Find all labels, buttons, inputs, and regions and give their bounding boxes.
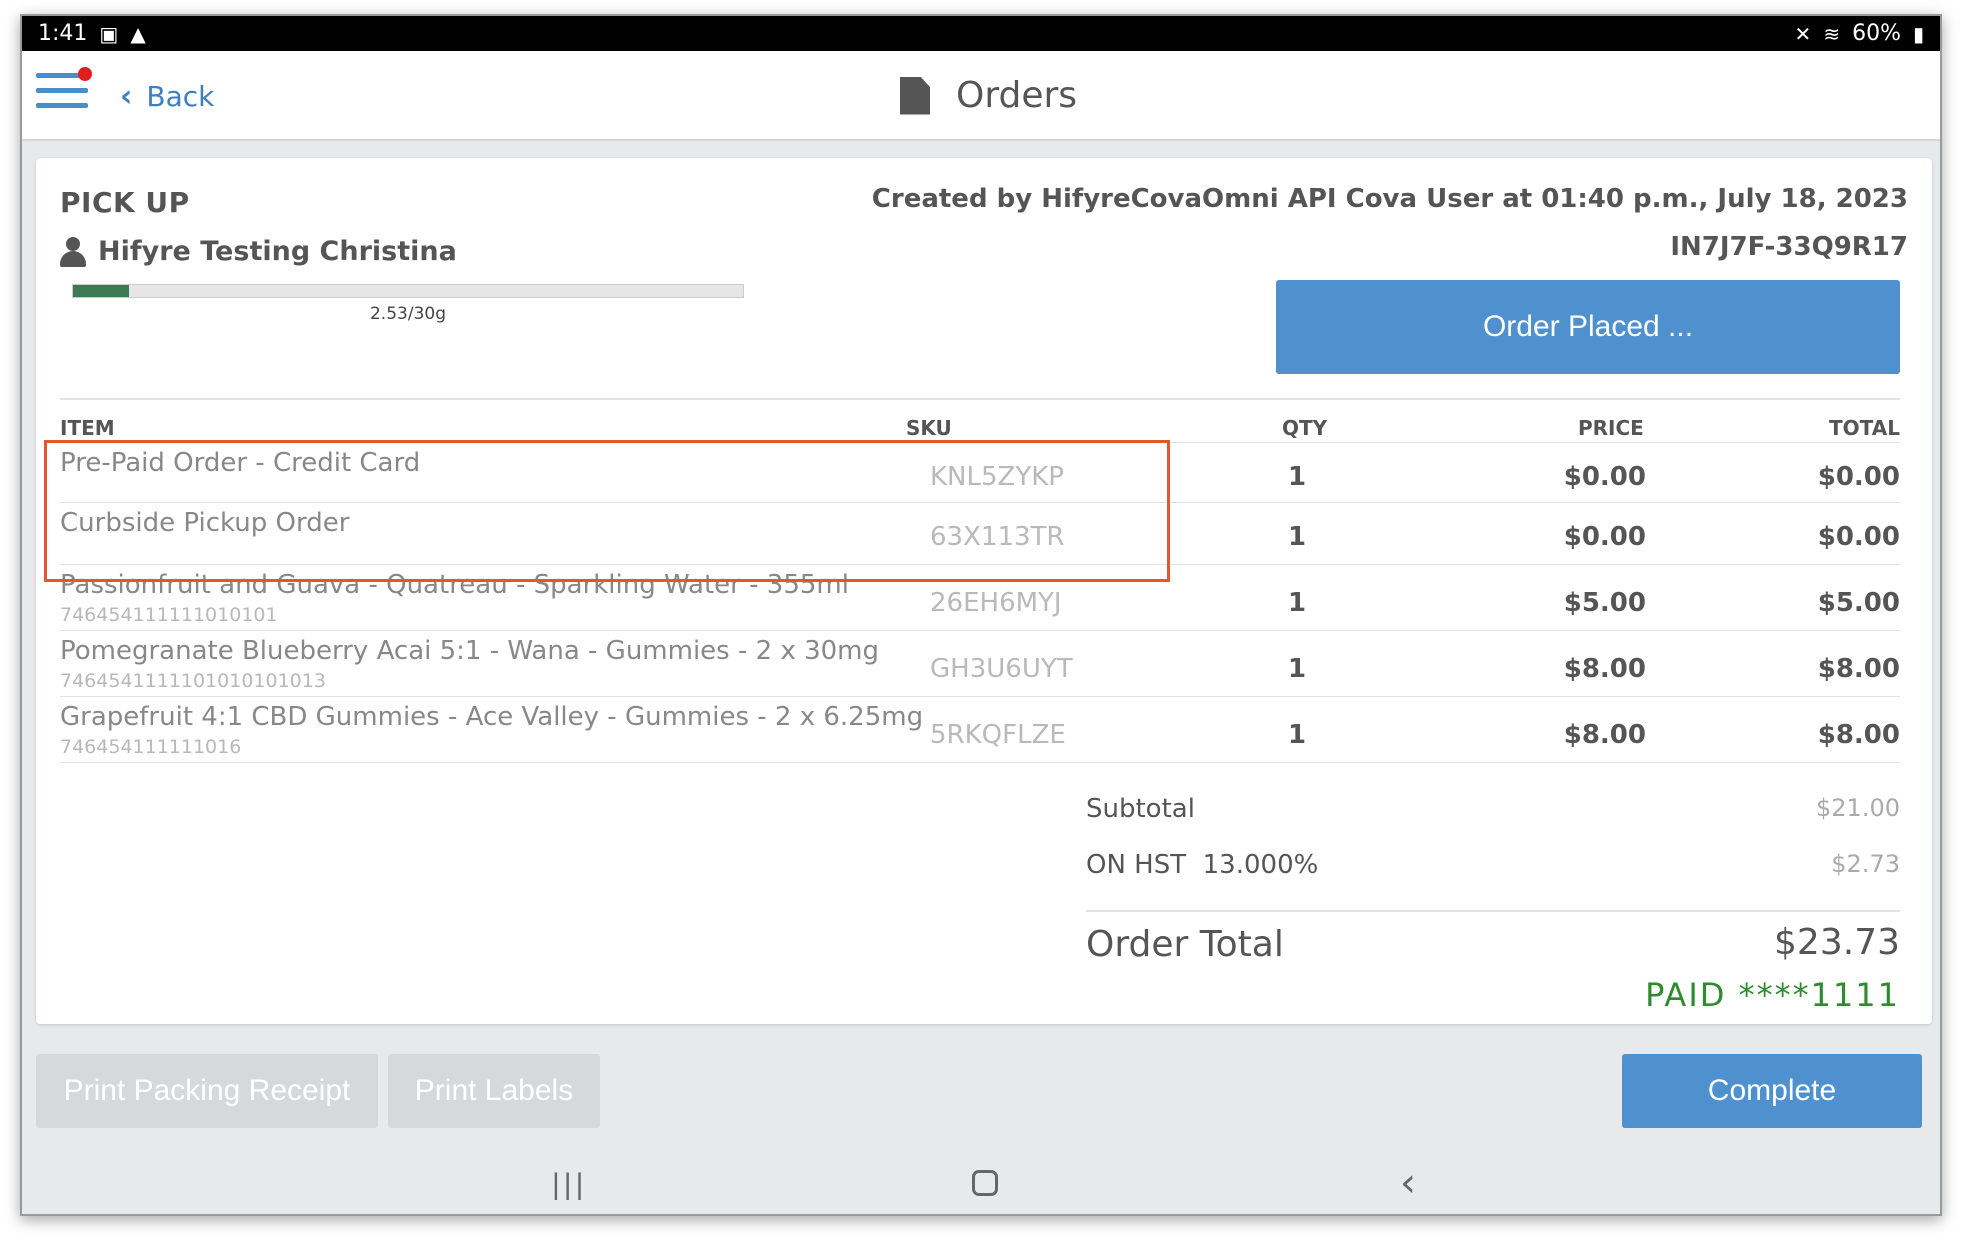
- status-bar-left: 1:41 ▣ ▲: [38, 21, 146, 46]
- user-icon: [60, 236, 86, 267]
- limit-progress-label: 2.53/30g: [369, 304, 446, 324]
- customer-name: Hifyre Testing Christina: [98, 236, 457, 267]
- back-button[interactable]: ‹ Back: [120, 79, 214, 114]
- battery-icon: ▮: [1912, 21, 1924, 46]
- column-header-total: TOTAL: [1829, 416, 1900, 440]
- subtotal-label: Subtotal: [1086, 794, 1195, 824]
- print-packing-receipt-button[interactable]: Print Packing Receipt: [36, 1054, 378, 1128]
- item-sku: GH3U6UYT: [930, 654, 1073, 684]
- status-bar-right: ✕ ≋ 60% ▮: [1795, 21, 1924, 46]
- home-icon[interactable]: [972, 1170, 998, 1196]
- item-qty: 1: [1288, 462, 1307, 492]
- status-time: 1:41: [38, 21, 88, 46]
- complete-button[interactable]: Complete: [1622, 1054, 1922, 1128]
- system-nav-bar: ||| ‹: [22, 1150, 1940, 1214]
- chevron-left-icon: ‹: [120, 79, 133, 114]
- order-total-value: $23.73: [1774, 922, 1900, 963]
- item-qty: 1: [1288, 588, 1307, 618]
- limit-progress-bar: [72, 284, 744, 298]
- mute-icon: ✕: [1794, 21, 1812, 46]
- tax-value: $2.73: [1831, 850, 1900, 878]
- action-footer: Print Packing Receipt Print Labels Compl…: [22, 1040, 1940, 1148]
- column-header-item: ITEM: [60, 416, 115, 440]
- document-icon: [900, 76, 930, 115]
- item-barcode: 7464541111101010101013: [60, 670, 326, 692]
- image-notification-icon: ▣: [99, 21, 119, 46]
- item-barcode: 746454111111010101: [60, 604, 278, 626]
- system-back-icon[interactable]: ‹: [1400, 1160, 1416, 1206]
- item-price: $8.00: [1563, 654, 1646, 684]
- order-status-button[interactable]: Order Placed ...: [1276, 280, 1900, 374]
- item-qty: 1: [1288, 522, 1307, 552]
- item-name: Grapefruit 4:1 CBD Gummies - Ace Valley …: [60, 702, 924, 732]
- battery-level: 60%: [1852, 21, 1901, 46]
- tax-label: ON HST 13.000%: [1086, 850, 1319, 880]
- order-card: PICK UP Hifyre Testing Christina 2.53/30…: [36, 158, 1932, 1024]
- page-title: Orders: [900, 75, 1077, 116]
- item-total: $5.00: [1817, 588, 1900, 618]
- totals-divider: [1086, 910, 1900, 912]
- row-divider: [60, 630, 1900, 631]
- subtotal-value: $21.00: [1816, 794, 1900, 822]
- item-qty: 1: [1288, 720, 1307, 750]
- item-qty: 1: [1288, 654, 1307, 684]
- tablet-device: 1:41 ▣ ▲ ✕ ≋ 60% ▮ ‹ Back Orders PICK UP…: [20, 14, 1942, 1216]
- column-header-price: PRICE: [1578, 416, 1644, 440]
- row-divider: [60, 696, 1900, 697]
- item-price: $8.00: [1563, 720, 1646, 750]
- column-header-qty: QTY: [1282, 416, 1328, 440]
- divider: [60, 398, 1900, 400]
- row-divider: [60, 762, 1900, 763]
- app-header: ‹ Back Orders: [22, 51, 1940, 141]
- recents-icon[interactable]: |||: [552, 1168, 587, 1202]
- highlight-box: [44, 440, 1170, 582]
- warning-icon: ▲: [130, 21, 146, 46]
- created-by-text: Created by HifyreCovaOmni API Cova User …: [871, 184, 1908, 214]
- customer-info: Hifyre Testing Christina: [60, 236, 457, 267]
- order-code: IN7J7F-33Q9R17: [1670, 232, 1908, 262]
- item-name: Pomegranate Blueberry Acai 5:1 - Wana - …: [60, 636, 880, 666]
- item-total: $8.00: [1817, 720, 1900, 750]
- notification-dot: [78, 67, 92, 81]
- column-header-sku: SKU: [906, 416, 952, 440]
- status-bar: 1:41 ▣ ▲ ✕ ≋ 60% ▮: [22, 16, 1940, 51]
- item-price: $0.00: [1563, 462, 1646, 492]
- item-barcode: 746454111111016: [60, 736, 242, 758]
- item-total: $0.00: [1817, 522, 1900, 552]
- order-total-label: Order Total: [1086, 924, 1284, 965]
- menu-icon[interactable]: [36, 67, 92, 113]
- page-title-text: Orders: [956, 75, 1078, 116]
- item-total: $8.00: [1817, 654, 1900, 684]
- paid-status: PAID ****1111: [1645, 976, 1900, 1006]
- item-price: $5.00: [1563, 588, 1646, 618]
- back-label: Back: [146, 80, 215, 113]
- print-labels-button[interactable]: Print Labels: [388, 1054, 600, 1128]
- order-type-label: PICK UP: [60, 186, 190, 219]
- item-total: $0.00: [1817, 462, 1900, 492]
- item-sku: 26EH6MYJ: [930, 588, 1062, 618]
- wifi-icon: ≋: [1823, 21, 1841, 46]
- limit-progress-fill: [73, 285, 130, 297]
- item-price: $0.00: [1563, 522, 1646, 552]
- item-sku: 5RKQFLZE: [930, 720, 1066, 750]
